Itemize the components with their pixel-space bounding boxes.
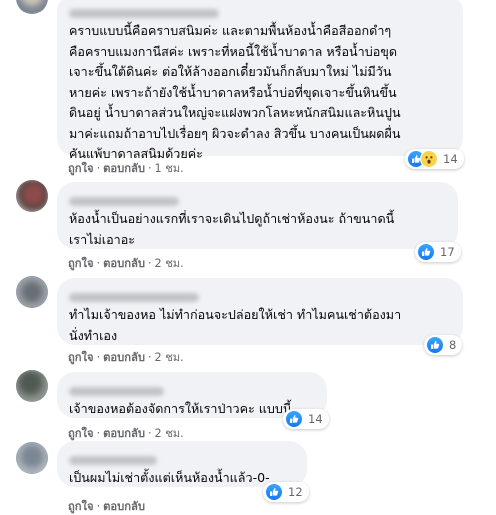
comment-text: ทำไมเจ้าของหอ ไม่ทำก่อนจะปล่อยให้เช่า ทำ…	[69, 307, 402, 343]
reaction-count: 14	[308, 412, 323, 426]
reaction-count: 8	[449, 338, 457, 352]
reaction-summary[interactable]: 17	[415, 242, 461, 262]
avatar[interactable]	[16, 276, 48, 308]
reaction-summary[interactable]: 14	[405, 149, 464, 169]
like-icon	[285, 410, 303, 428]
reply-link[interactable]: ตอบกลับ	[103, 427, 145, 440]
reaction-summary[interactable]: 8	[424, 335, 463, 355]
comment-bubble: ห้องน้ำเป็นอย่างแรกที่เราจะเดินไปดูถ้าเช…	[57, 182, 458, 249]
comment-bubble: คราบแบบนี้คือคราบสนิมค่ะ และตามพื้นห้องน…	[57, 0, 463, 161]
author-name[interactable]	[69, 287, 451, 302]
comment-actions: ถูกใจ · ตอบกลับ · 2 ชม.	[68, 427, 184, 440]
avatar[interactable]	[16, 370, 48, 402]
like-link[interactable]: ถูกใจ	[68, 427, 94, 440]
comment-timestamp[interactable]: 2 ชม.	[155, 427, 184, 440]
like-link[interactable]: ถูกใจ	[68, 257, 94, 270]
reaction-summary[interactable]: 14	[283, 409, 329, 429]
author-name[interactable]	[69, 191, 446, 206]
like-link[interactable]: ถูกใจ	[68, 351, 94, 364]
comment-text: ห้องน้ำเป็นอย่างแรกที่เราจะเดินไปดูถ้าเช…	[69, 211, 395, 247]
comment-bubble: ทำไมเจ้าของหอ ไม่ทำก่อนจะปล่อยให้เช่า ทำ…	[57, 278, 463, 345]
reaction-count: 17	[440, 245, 455, 259]
reply-link[interactable]: ตอบกลับ	[103, 500, 145, 513]
avatar[interactable]	[16, 442, 48, 474]
reaction-summary[interactable]: 12	[263, 482, 309, 502]
comment-text: คราบแบบนี้คือคราบสนิมค่ะ และตามพื้นห้องน…	[69, 23, 401, 161]
like-link[interactable]: ถูกใจ	[68, 500, 94, 513]
author-name[interactable]	[69, 3, 451, 18]
reaction-count: 12	[288, 485, 303, 499]
comment-actions: ถูกใจ · ตอบกลับ · 2 ชม.	[68, 351, 184, 364]
like-icon	[265, 483, 283, 501]
like-link[interactable]: ถูกใจ	[68, 162, 94, 175]
comment-text: เจ้าของหอต้องจัดการให้เราป่าวคะ แบบนี้	[69, 401, 292, 416]
comment-actions: ถูกใจ · ตอบกลับ · 1 ชม.	[68, 162, 184, 175]
comment-actions: ถูกใจ · ตอบกลับ · 2 ชม.	[68, 257, 184, 270]
wow-icon	[420, 150, 438, 168]
like-icon	[426, 336, 444, 354]
avatar[interactable]	[16, 0, 48, 14]
reply-link[interactable]: ตอบกลับ	[103, 351, 145, 364]
comment-text: เป็นผมไม่เช่าตั้งแต่เห็นห้องน้ำแล้ว-0-	[69, 470, 270, 485]
comment-timestamp[interactable]: 2 ชม.	[155, 257, 184, 270]
comment-actions: ถูกใจ · ตอบกลับ	[68, 500, 145, 513]
like-icon	[417, 243, 435, 261]
comment-bubble: เป็นผมไม่เช่าตั้งแต่เห็นห้องน้ำแล้ว-0-	[57, 441, 307, 487]
author-name[interactable]	[69, 381, 315, 396]
comment-timestamp[interactable]: 2 ชม.	[155, 351, 184, 364]
reaction-count: 14	[443, 152, 458, 166]
comment-timestamp[interactable]: 1 ชม.	[155, 162, 184, 175]
reply-link[interactable]: ตอบกลับ	[103, 257, 145, 270]
avatar[interactable]	[16, 180, 48, 212]
author-name[interactable]	[69, 450, 295, 465]
reply-link[interactable]: ตอบกลับ	[103, 162, 145, 175]
